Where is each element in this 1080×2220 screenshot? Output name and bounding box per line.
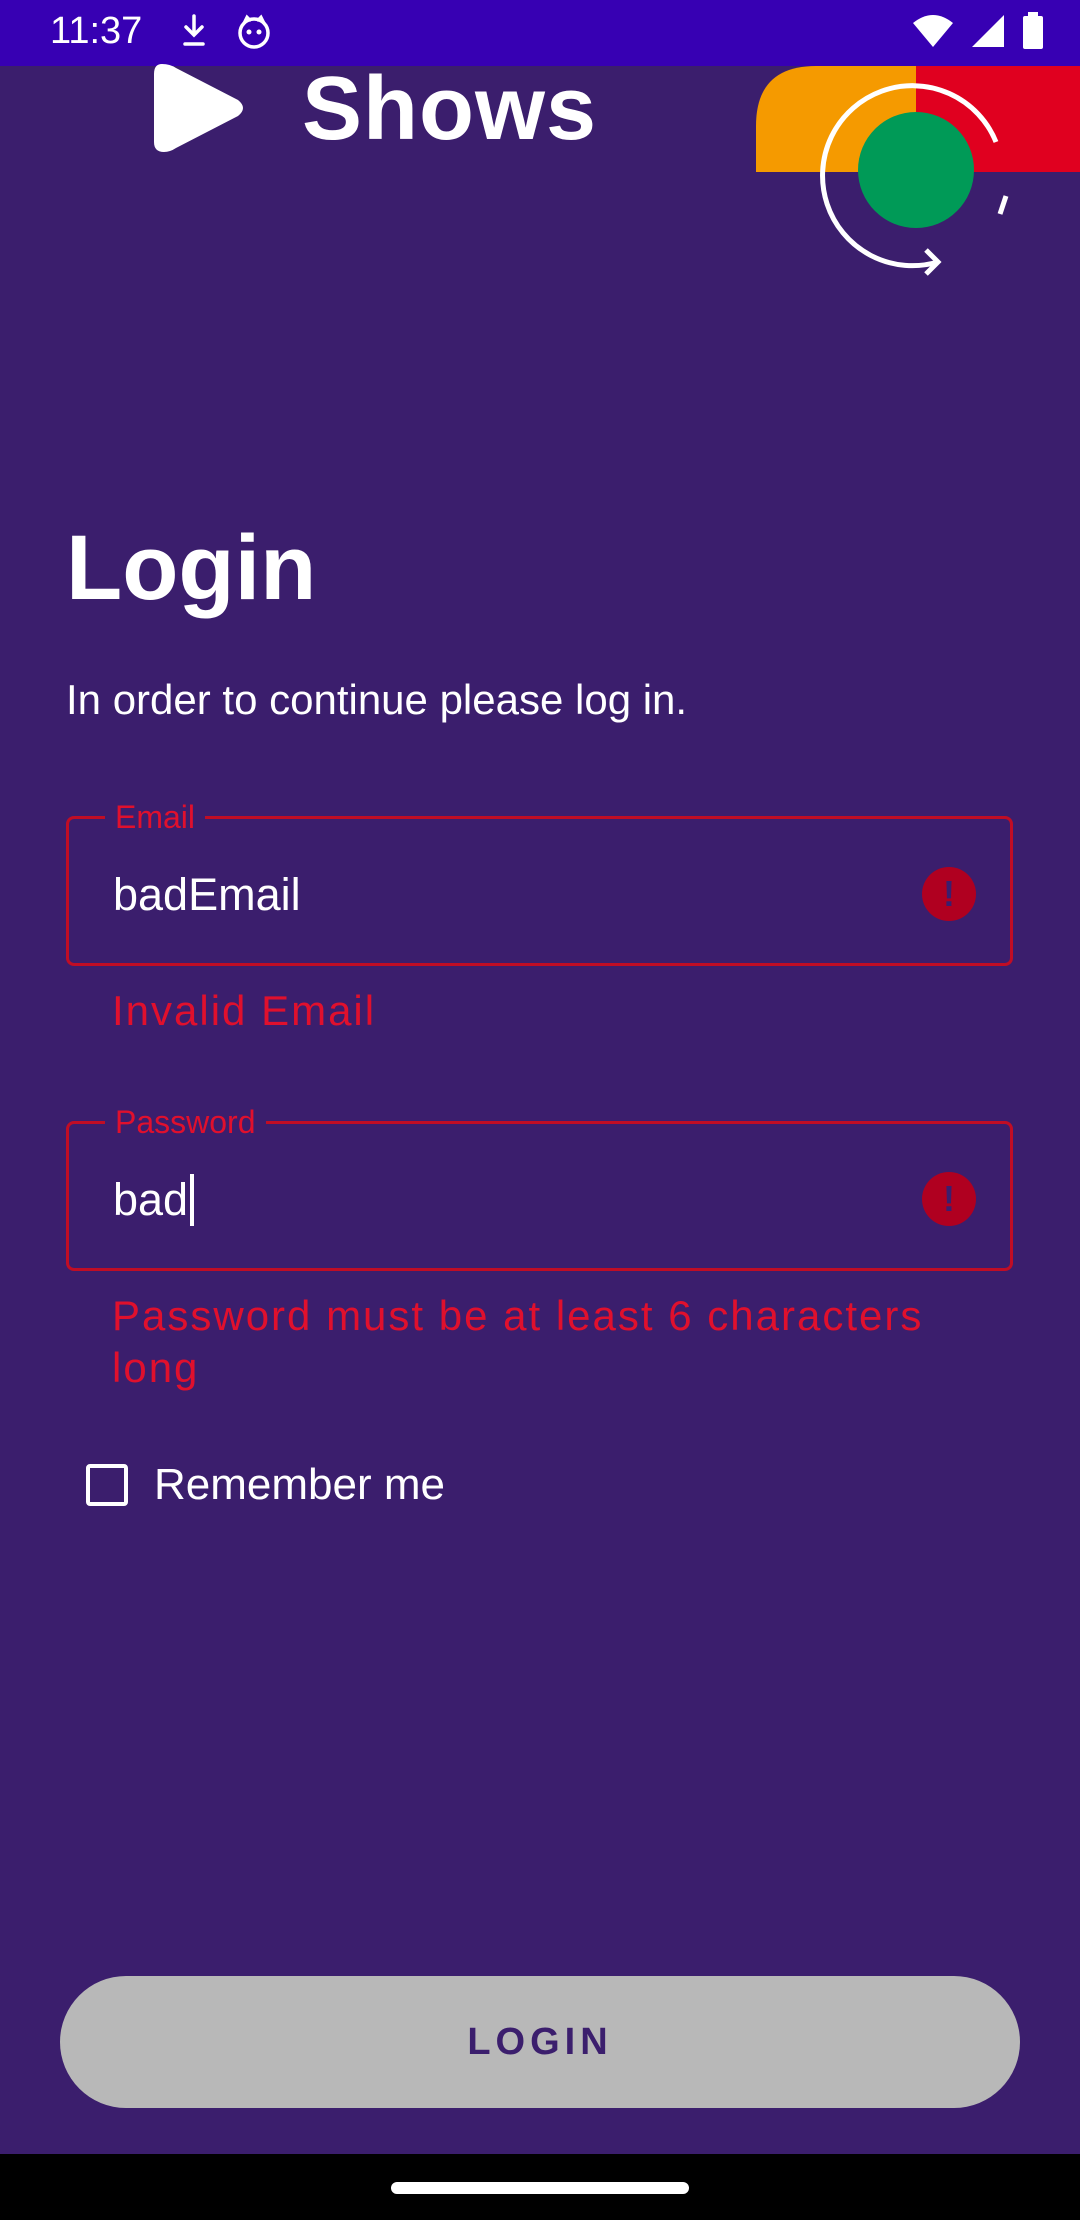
- wifi-icon: [912, 13, 954, 54]
- text-cursor: [190, 1174, 195, 1226]
- email-label: Email: [105, 797, 206, 837]
- battery-icon: [1022, 12, 1044, 55]
- password-error-text: Password must be at least 6 characters l…: [112, 1292, 924, 1391]
- error-icon: !: [922, 867, 976, 921]
- password-input-wrap[interactable]: bad: [113, 1174, 893, 1226]
- remember-me-checkbox[interactable]: Remember me: [86, 1460, 445, 1510]
- app-name: Shows: [302, 59, 598, 159]
- page-title: Login: [66, 517, 317, 619]
- status-time: 11:37: [50, 10, 143, 52]
- home-indicator[interactable]: [391, 2182, 689, 2194]
- status-bar: 11:37: [0, 0, 1080, 66]
- login-button[interactable]: LOGIN: [60, 1976, 1020, 2108]
- password-field[interactable]: Password bad !: [66, 1102, 1013, 1271]
- cat-icon: [236, 14, 272, 55]
- email-error-text: Invalid Email: [112, 987, 377, 1034]
- remember-me-label: Remember me: [154, 1460, 445, 1509]
- page-subtitle: In order to continue please log in.: [66, 676, 688, 723]
- checkbox-icon[interactable]: [86, 1464, 128, 1506]
- error-icon: !: [922, 1172, 976, 1226]
- email-input[interactable]: badEmail: [113, 869, 893, 921]
- signal-icon: [970, 13, 1006, 54]
- navigation-bar: [0, 2154, 1080, 2220]
- play-icon: [150, 60, 250, 161]
- email-field[interactable]: Email badEmail !: [66, 797, 1013, 966]
- download-icon: [180, 14, 208, 55]
- password-input[interactable]: bad: [113, 1174, 188, 1225]
- decoration-graphic: [756, 66, 1080, 301]
- password-label: Password: [105, 1102, 266, 1142]
